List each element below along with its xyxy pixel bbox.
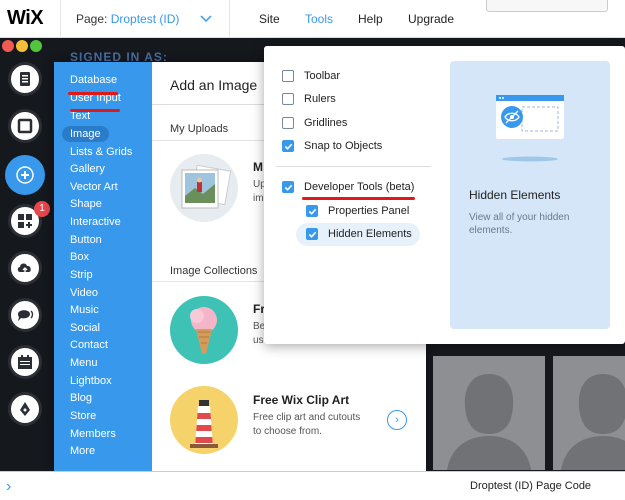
lighthouse-icon	[190, 400, 218, 448]
page-selector[interactable]: Page: Droptest (ID)	[60, 0, 230, 38]
category-members[interactable]: Members	[70, 428, 116, 440]
category-vector-art[interactable]: Vector Art	[70, 181, 118, 193]
photo-stack-icon	[181, 164, 232, 209]
menu-help[interactable]: Help	[358, 12, 383, 26]
checkbox-unchecked[interactable]	[282, 93, 294, 105]
category-social[interactable]: Social	[70, 322, 100, 334]
checkbox-unchecked[interactable]	[282, 70, 294, 82]
uploads-thumbnail[interactable]	[170, 154, 238, 222]
calendar-button[interactable]	[8, 345, 42, 379]
bottom-bar: › Droptest (ID) Page Code	[0, 471, 625, 500]
pages-button[interactable]	[8, 62, 42, 96]
menu-upgrade[interactable]: Upgrade	[408, 12, 454, 26]
category-contact[interactable]: Contact	[70, 339, 108, 351]
collection-thumbnail[interactable]	[170, 296, 238, 364]
person-silhouette-icon	[447, 374, 531, 470]
clipart-thumbnail[interactable]	[170, 386, 238, 454]
upload-button[interactable]	[8, 251, 42, 285]
info-description: View all of your hidden elements.	[469, 212, 570, 236]
annotation-underline-developer-tools	[302, 197, 415, 200]
apps-badge: 1	[34, 201, 50, 217]
menu-tools[interactable]: Tools	[305, 12, 333, 26]
panel-title: Add an Image	[170, 77, 258, 93]
annotation-underline-database	[68, 92, 118, 95]
pen-button[interactable]	[8, 392, 42, 426]
option-toolbar[interactable]: Toolbar	[282, 67, 340, 85]
option-hidden-elements[interactable]: Hidden Elements	[306, 225, 412, 243]
checkbox-checked[interactable]	[306, 205, 318, 217]
checkbox-unchecked[interactable]	[282, 117, 294, 129]
check-icon	[308, 231, 316, 238]
top-right-tab[interactable]	[486, 0, 608, 12]
category-menu[interactable]: Menu	[70, 357, 98, 369]
portrait-placeholder[interactable]	[553, 356, 625, 470]
category-video[interactable]: Video	[70, 287, 98, 299]
menu-divider	[276, 166, 431, 167]
category-lists-grids[interactable]: Lists & Grids	[70, 146, 132, 158]
calendar-icon	[18, 355, 32, 369]
option-rulers[interactable]: Rulers	[282, 90, 336, 108]
chevron-right-icon[interactable]: ›	[6, 478, 11, 496]
page-selector-value: Droptest (ID)	[110, 12, 180, 26]
checkbox-checked[interactable]	[282, 140, 294, 152]
tools-dropdown: Toolbar Rulers Gridlines Snap to Objects…	[264, 46, 625, 344]
chat-icon	[18, 310, 34, 321]
option-snap-to-objects[interactable]: Snap to Objects	[282, 137, 382, 155]
check-icon	[308, 208, 316, 215]
category-shape[interactable]: Shape	[70, 198, 102, 210]
category-interactive[interactable]: Interactive	[70, 216, 121, 228]
maximize-dot[interactable]	[30, 40, 42, 52]
category-button[interactable]: Button	[70, 234, 102, 246]
info-panel: Hidden Elements View all of your hidden …	[450, 61, 610, 329]
category-store[interactable]: Store	[70, 410, 96, 422]
page-selector-label: Page: Droptest (ID)	[76, 12, 180, 26]
add-button[interactable]	[5, 155, 45, 195]
minimize-dot[interactable]	[16, 40, 28, 52]
checkbox-checked[interactable]	[306, 228, 318, 240]
category-more[interactable]: More	[70, 445, 95, 457]
checkbox-checked[interactable]	[282, 181, 294, 193]
uploads-title: M	[253, 160, 263, 174]
hidden-elements-illustration-icon	[496, 95, 564, 162]
person-silhouette-icon	[561, 374, 625, 470]
category-image[interactable]: Image	[62, 126, 109, 142]
clipart-arrow-button[interactable]: ›	[387, 410, 407, 430]
option-gridlines[interactable]: Gridlines	[282, 114, 347, 132]
category-lightbox[interactable]: Lightbox	[70, 375, 112, 387]
option-developer-tools[interactable]: Developer Tools (beta)	[282, 178, 414, 196]
category-box[interactable]: Box	[70, 251, 89, 263]
clipart-desc: Free clip art and cutouts to choose from.	[253, 412, 361, 437]
add-icon	[16, 166, 34, 184]
category-database[interactable]: Database	[70, 74, 117, 86]
category-list: Database User Input Text Image Lists & G…	[54, 62, 152, 472]
chevron-down-icon	[200, 15, 212, 23]
page-code-label[interactable]: Droptest (ID) Page Code	[470, 480, 591, 492]
category-blog[interactable]: Blog	[70, 392, 92, 404]
menu-site[interactable]: Site	[259, 12, 280, 26]
option-properties-panel[interactable]: Properties Panel	[306, 202, 409, 220]
category-strip[interactable]: Strip	[70, 269, 93, 281]
close-dot[interactable]	[2, 40, 14, 52]
check-icon	[284, 143, 292, 150]
annotation-underline-user-input	[70, 109, 120, 112]
my-uploads-heading: My Uploads	[170, 123, 229, 135]
chat-button[interactable]	[8, 298, 42, 332]
upload-icon	[17, 263, 31, 274]
info-title: Hidden Elements	[469, 188, 561, 202]
category-gallery[interactable]: Gallery	[70, 163, 105, 175]
wix-logo[interactable]: WiX	[7, 7, 44, 30]
background-button[interactable]	[8, 109, 42, 143]
category-music[interactable]: Music	[70, 304, 99, 316]
pen-icon	[20, 402, 30, 416]
ice-cream-icon	[190, 307, 217, 354]
chevron-right-icon: ›	[395, 414, 399, 426]
apps-icon	[18, 214, 32, 228]
clipart-title: Free Wix Clip Art	[253, 393, 350, 407]
background-icon	[17, 118, 33, 134]
portrait-placeholder[interactable]	[433, 356, 545, 470]
top-bar: WiX Page: Droptest (ID) Site Tools Help …	[0, 0, 625, 38]
image-collections-heading: Image Collections	[170, 265, 258, 277]
pages-icon	[20, 72, 30, 86]
check-icon	[284, 184, 292, 191]
